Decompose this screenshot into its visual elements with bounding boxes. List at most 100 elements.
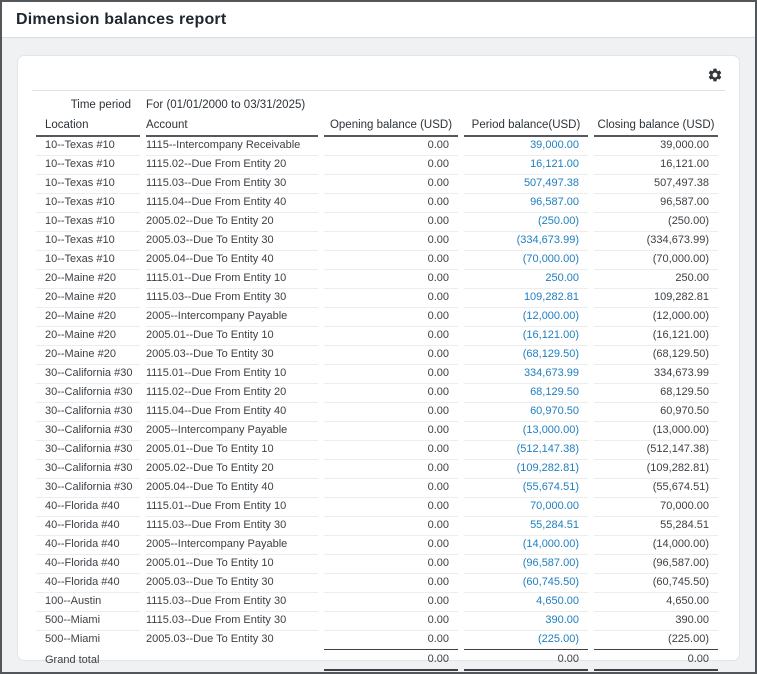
opening-balance-cell: 0.00 [324,535,458,554]
opening-balance-cell: 0.00 [324,174,458,193]
report-window: Dimension balances report Time period Fo… [0,0,757,674]
closing-balance-cell: (109,282.81) [594,459,718,478]
account-cell: 1115.01--Due From Entity 10 [146,497,318,516]
period-balance-link[interactable]: (14,000.00) [523,538,579,550]
table-row: 30--California #30 2005.01--Due To Entit… [36,440,718,459]
location-cell: 10--Texas #10 [36,137,140,155]
table-row: 500--Miami 1115.03--Due From Entity 30 0… [36,611,718,630]
account-cell: 1115.03--Due From Entity 30 [146,288,318,307]
table-row: 40--Florida #40 1115.03--Due From Entity… [36,516,718,535]
table-row: 20--Maine #20 2005.01--Due To Entity 10 … [36,326,718,345]
column-header-row: Location Account Opening balance (USD) P… [36,116,718,137]
period-balance-link[interactable]: (512,147.38) [517,443,579,455]
account-cell: 1115.01--Due From Entity 10 [146,269,318,288]
settings-button[interactable] [706,66,724,84]
account-cell: 1115.02--Due From Entity 20 [146,383,318,402]
period-balance-link[interactable]: 109,282.81 [524,291,579,303]
period-balance-link[interactable]: (225.00) [538,633,579,645]
period-balance-cell: (68,129.50) [464,345,588,364]
table-row: 10--Texas #10 1115.03--Due From Entity 3… [36,174,718,193]
account-cell: 1115.03--Due From Entity 30 [146,516,318,535]
column-header-location: Location [36,116,140,137]
account-cell: 2005.03--Due To Entity 30 [146,630,318,649]
closing-balance-cell: 60,970.50 [594,402,718,421]
period-balance-link[interactable]: (334,673.99) [517,234,579,246]
table-row: 10--Texas #10 1115.02--Due From Entity 2… [36,155,718,174]
account-cell: 2005.04--Due To Entity 40 [146,250,318,269]
period-balance-cell: 39,000.00 [464,137,588,155]
period-balance-link[interactable]: (60,745.50) [523,576,579,588]
period-balance-link[interactable]: (13,000.00) [523,424,579,436]
period-balance-link[interactable]: 250.00 [545,272,579,284]
period-balance-link[interactable]: 96,587.00 [530,196,579,208]
opening-balance-cell: 0.00 [324,250,458,269]
closing-balance-cell: (14,000.00) [594,535,718,554]
opening-balance-cell: 0.00 [324,326,458,345]
table-row: 100--Austin 1115.03--Due From Entity 30 … [36,592,718,611]
period-balance-cell: (70,000.00) [464,250,588,269]
period-balance-cell: (334,673.99) [464,231,588,250]
page-title: Dimension balances report [16,11,226,29]
account-cell: 2005.03--Due To Entity 30 [146,573,318,592]
table-row: 40--Florida #40 2005.01--Due To Entity 1… [36,554,718,573]
grand-total-row: Grand total 0.00 0.00 0.00 [36,649,718,671]
table-row: 500--Miami 2005.03--Due To Entity 30 0.0… [36,630,718,649]
location-cell: 30--California #30 [36,383,140,402]
closing-balance-cell: 507,497.38 [594,174,718,193]
location-cell: 40--Florida #40 [36,554,140,573]
period-balance-cell: 96,587.00 [464,193,588,212]
period-balance-cell: 390.00 [464,611,588,630]
column-header-period-balance: Period balance(USD) [464,116,588,137]
period-balance-link[interactable]: (68,129.50) [523,348,579,360]
period-balance-link[interactable]: 507,497.38 [524,177,579,189]
period-balance-link[interactable]: (55,674.51) [523,481,579,493]
account-cell: 1115.04--Due From Entity 40 [146,193,318,212]
closing-balance-cell: (13,000.00) [594,421,718,440]
table-row: 30--California #30 1115.02--Due From Ent… [36,383,718,402]
closing-balance-cell: (12,000.00) [594,307,718,326]
closing-balance-cell: (512,147.38) [594,440,718,459]
period-balance-link[interactable]: (12,000.00) [523,310,579,322]
period-balance-link[interactable]: 16,121.00 [530,158,579,170]
period-balance-link[interactable]: 334,673.99 [524,367,579,379]
opening-balance-cell: 0.00 [324,497,458,516]
time-period-row: Time period For (01/01/2000 to 03/31/202… [36,96,718,116]
period-balance-link[interactable]: 390.00 [545,614,579,626]
opening-balance-cell: 0.00 [324,402,458,421]
report-card: Time period For (01/01/2000 to 03/31/202… [17,55,740,661]
column-header-closing-balance: Closing balance (USD) [594,116,718,137]
opening-balance-cell: 0.00 [324,478,458,497]
period-balance-cell: (13,000.00) [464,421,588,440]
period-balance-link[interactable]: (250.00) [538,215,579,227]
closing-balance-cell: 109,282.81 [594,288,718,307]
location-cell: 40--Florida #40 [36,535,140,554]
location-cell: 30--California #30 [36,421,140,440]
period-balance-link[interactable]: (70,000.00) [523,253,579,265]
period-balance-link[interactable]: 55,284.51 [530,519,579,531]
period-balance-link[interactable]: 4,650.00 [536,595,579,607]
gear-icon [707,67,723,83]
period-balance-link[interactable]: 70,000.00 [530,500,579,512]
period-balance-link[interactable]: 60,970.50 [530,405,579,417]
period-balance-link[interactable]: (109,282.81) [517,462,579,474]
period-balance-cell: (55,674.51) [464,478,588,497]
table-row: 30--California #30 1115.01--Due From Ent… [36,364,718,383]
closing-balance-cell: 16,121.00 [594,155,718,174]
period-balance-cell: 68,129.50 [464,383,588,402]
account-cell: 2005--Intercompany Payable [146,535,318,554]
period-balance-link[interactable]: (96,587.00) [523,557,579,569]
period-balance-cell: (60,745.50) [464,573,588,592]
opening-balance-cell: 0.00 [324,611,458,630]
location-cell: 30--California #30 [36,364,140,383]
time-period-label: Time period [36,96,140,116]
opening-balance-cell: 0.00 [324,364,458,383]
period-balance-cell: 16,121.00 [464,155,588,174]
opening-balance-cell: 0.00 [324,307,458,326]
period-balance-link[interactable]: 39,000.00 [530,139,579,151]
closing-balance-cell: 70,000.00 [594,497,718,516]
opening-balance-cell: 0.00 [324,137,458,155]
period-balance-link[interactable]: 68,129.50 [530,386,579,398]
location-cell: 10--Texas #10 [36,174,140,193]
grand-total-period: 0.00 [464,649,588,671]
period-balance-link[interactable]: (16,121.00) [523,329,579,341]
